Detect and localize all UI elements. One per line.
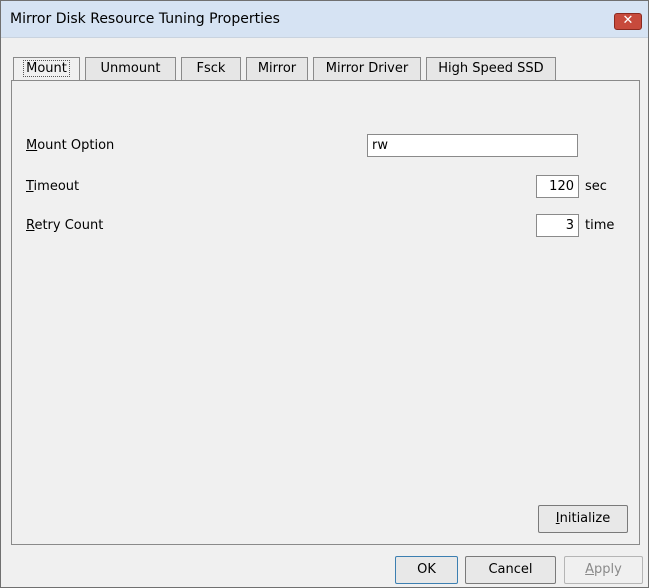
tab-mount[interactable]: Mount	[13, 57, 80, 81]
tab-high-speed-ssd[interactable]: High Speed SSD	[426, 57, 556, 80]
timeout-input[interactable]: 120	[536, 175, 579, 198]
timeout-label: Timeout	[26, 179, 80, 194]
apply-button[interactable]: Apply	[564, 556, 643, 584]
ok-button[interactable]: OK	[395, 556, 458, 584]
tab-panel-mount: Mount Option rw Timeout 120 sec Retry Co…	[11, 80, 640, 545]
close-icon: ✕	[622, 13, 634, 28]
mount-option-input[interactable]: rw	[367, 134, 578, 157]
retry-count-unit: time	[585, 218, 615, 233]
cancel-button[interactable]: Cancel	[465, 556, 556, 584]
close-button[interactable]: ✕	[614, 13, 642, 30]
retry-count-input[interactable]: 3	[536, 214, 579, 237]
window-title: Mirror Disk Resource Tuning Properties	[10, 11, 280, 27]
title-bar: Mirror Disk Resource Tuning Properties ✕	[1, 1, 648, 38]
mount-option-label: Mount Option	[26, 138, 115, 153]
tab-fsck[interactable]: Fsck	[181, 57, 241, 80]
tab-mirror-driver[interactable]: Mirror Driver	[313, 57, 421, 80]
initialize-button[interactable]: Initialize	[538, 505, 628, 533]
retry-count-label: Retry Count	[26, 218, 104, 233]
timeout-unit: sec	[585, 179, 607, 194]
tab-mirror[interactable]: Mirror	[246, 57, 308, 80]
dialog-window: Mirror Disk Resource Tuning Properties ✕…	[0, 0, 649, 588]
tab-unmount[interactable]: Unmount	[85, 57, 176, 80]
